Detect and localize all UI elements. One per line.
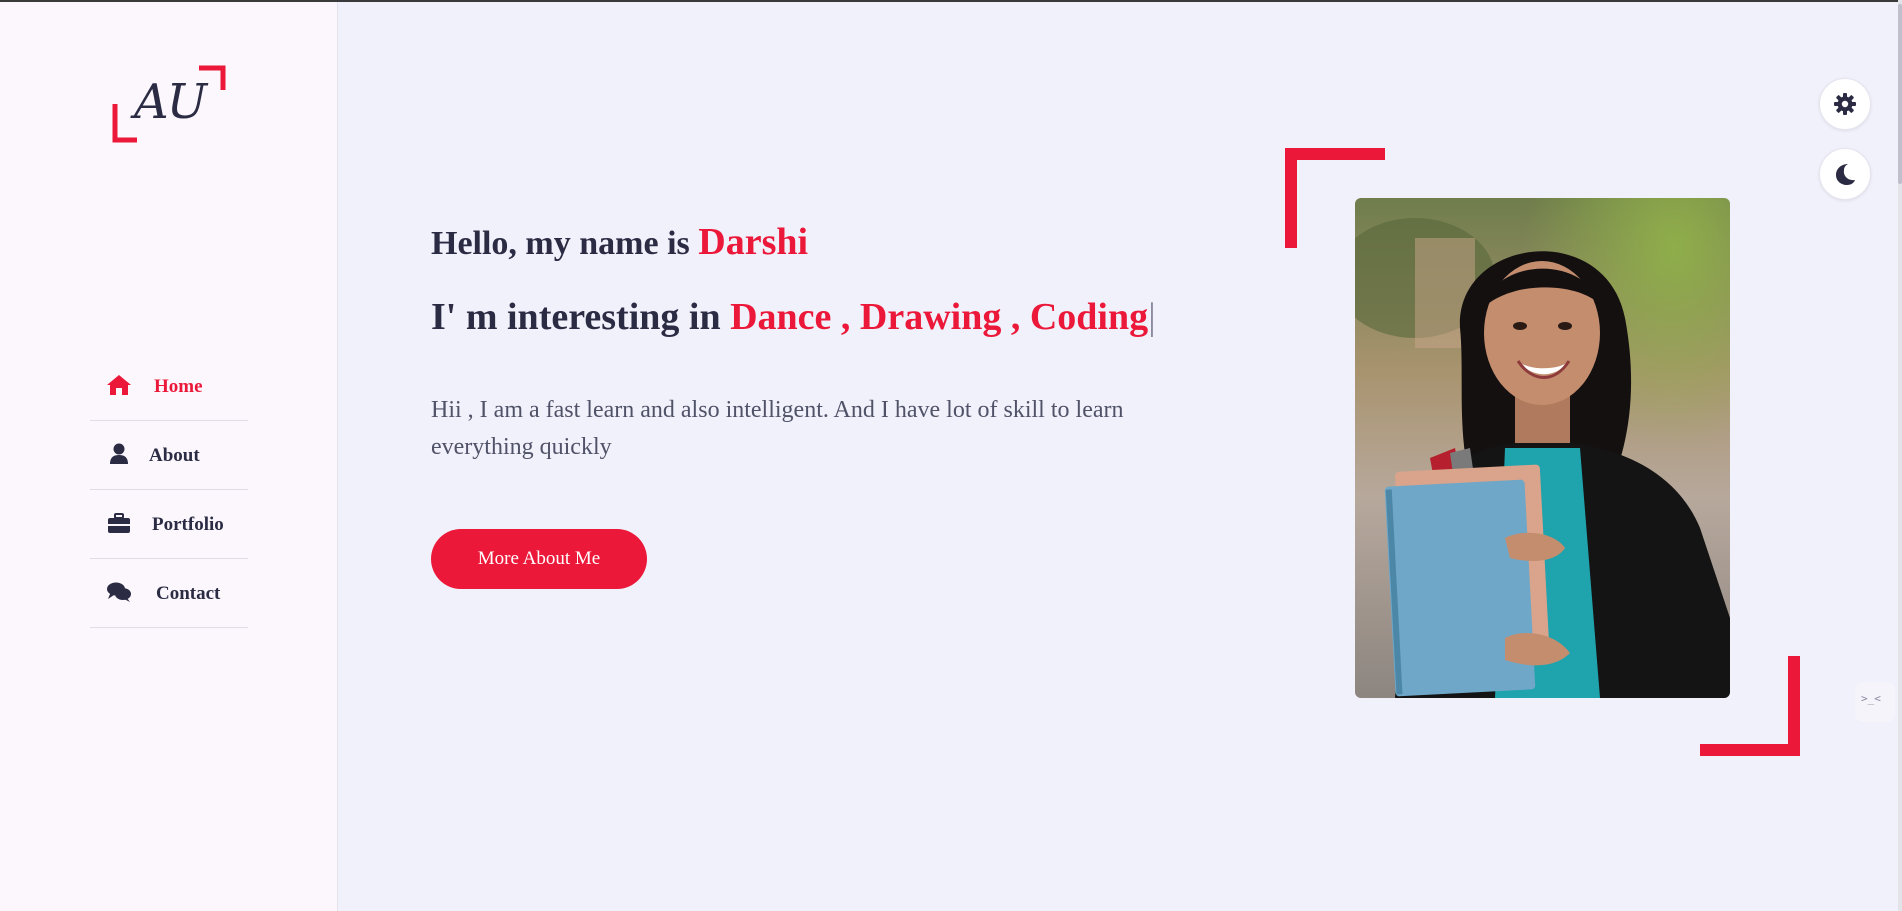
side-widget-text: >_< [1861,692,1881,705]
typing-caret: | [1148,296,1156,338]
nav-item-contact[interactable]: Contact [90,559,248,628]
nav-item-about[interactable]: About [90,421,248,490]
home-icon [107,375,131,395]
briefcase-icon [108,513,130,533]
nav-label-about: About [149,445,200,466]
theme-toggle-button[interactable] [1819,148,1871,200]
interest-heading: I' m interesting in Dance , Drawing , Co… [431,295,1156,339]
frame-corner-top-left-vertical [1285,148,1297,248]
user-icon [110,443,128,464]
nav-item-home[interactable]: Home [90,352,248,421]
hello-prefix: Hello, my name is [431,225,699,262]
sidebar: AU Home About Portfolio Contact [0,2,338,911]
frame-corner-top-left [1285,148,1385,160]
side-widget[interactable]: >_< [1855,682,1895,722]
nav-label-home: Home [154,376,203,397]
frame-corner-bottom-right [1700,744,1800,756]
nav-item-portfolio[interactable]: Portfolio [90,490,248,559]
moon-icon [1836,164,1855,185]
hello-heading: Hello, my name is Darshi [431,220,808,264]
interest-prefix: I' m interesting in [431,296,731,338]
hero-name: Darshi [698,221,809,263]
interests-text: Dance , Drawing , Coding [730,296,1149,338]
more-about-me-button[interactable]: More About Me [431,529,647,589]
frame-corner-bottom-right-vertical [1788,656,1800,756]
logo[interactable]: AU [112,64,226,144]
hero-description: Hii , I am a fast learn and also intelli… [431,397,1124,460]
settings-button[interactable] [1819,78,1871,130]
comments-icon [107,582,131,602]
nav-label-portfolio: Portfolio [152,514,224,535]
logo-text: AU [134,74,207,130]
logo-letters: AU [134,74,207,130]
gear-icon [1834,93,1856,115]
nav-label-contact: Contact [156,583,221,604]
scrollbar-thumb[interactable] [1898,4,1902,184]
profile-photo [1355,198,1730,698]
main-nav: Home About Portfolio Contact [90,352,248,628]
profile-photo-illustration [1355,198,1730,698]
